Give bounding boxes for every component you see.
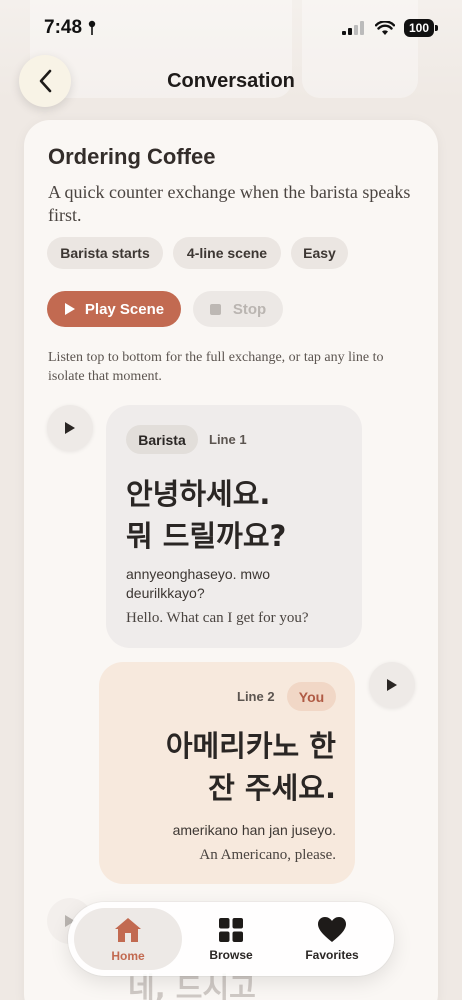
- stop-button[interactable]: Stop: [193, 291, 283, 327]
- tab-home[interactable]: Home: [74, 908, 182, 970]
- stop-icon: [209, 303, 221, 315]
- wifi-icon: [374, 20, 395, 35]
- play-icon: [65, 422, 75, 434]
- play-scene-label: Play Scene: [84, 300, 165, 318]
- line-2-play-button[interactable]: [369, 662, 415, 708]
- english-translation: An Americano, please.: [199, 847, 336, 863]
- scene-title: Ordering Coffee: [48, 144, 216, 169]
- tab-bar: Home Browse Favorites: [68, 902, 394, 976]
- play-scene-button[interactable]: Play Scene: [47, 291, 181, 327]
- chip-difficulty: Easy: [291, 237, 348, 269]
- english-translation: Hello. What can I get for you?: [126, 610, 309, 626]
- status-time: 7:48: [44, 17, 96, 39]
- tab-home-label: Home: [111, 948, 145, 963]
- romanization-text: amerikano han jan juseyo.: [172, 822, 336, 838]
- line-1-play-button[interactable]: [47, 405, 93, 451]
- home-icon: [115, 917, 141, 942]
- play-icon: [387, 679, 397, 691]
- play-icon: [64, 303, 75, 315]
- romanization-text: annyeonghaseyo. mwo: [126, 566, 270, 582]
- chip-line-count: 4-line scene: [173, 237, 281, 269]
- romanization-text-cont: deurilkkayo?: [126, 585, 205, 601]
- clock-time: 7:48: [44, 17, 83, 38]
- signal-icon: [341, 21, 364, 35]
- chip-barista-starts: Barista starts: [47, 237, 163, 269]
- heart-icon: [318, 917, 346, 942]
- status-bar: 7:48 100: [0, 0, 462, 56]
- line-number: Line 2: [237, 689, 275, 704]
- korean-text-line-1a: 안녕하세요.: [126, 477, 271, 511]
- tab-favorites-label: Favorites: [305, 948, 359, 962]
- tab-favorites[interactable]: Favorites: [278, 908, 386, 970]
- line-number: Line 1: [209, 432, 247, 447]
- stop-label: Stop: [232, 300, 267, 318]
- tab-browse-label: Browse: [209, 947, 253, 962]
- korean-text-line-2a: 아메리카노 한: [165, 729, 336, 763]
- speaker-badge-you: You: [287, 682, 336, 711]
- tab-browse[interactable]: Browse: [177, 908, 285, 970]
- korean-text-line-1b: 뭐 드릴까요?: [126, 519, 287, 553]
- page-title: Conversation: [167, 70, 295, 92]
- korean-text-line-2b: 잔 주세요.: [208, 771, 336, 805]
- grid-icon: [219, 917, 243, 942]
- speaker-badge: Barista: [126, 425, 198, 454]
- battery-icon: 100: [403, 19, 439, 37]
- location-icon: [88, 20, 96, 35]
- instruction-text: Listen top to bottom for the full exchan…: [48, 350, 384, 384]
- status-icons: 100: [341, 19, 439, 37]
- scene-description: A quick counter exchange when the barist…: [48, 182, 411, 225]
